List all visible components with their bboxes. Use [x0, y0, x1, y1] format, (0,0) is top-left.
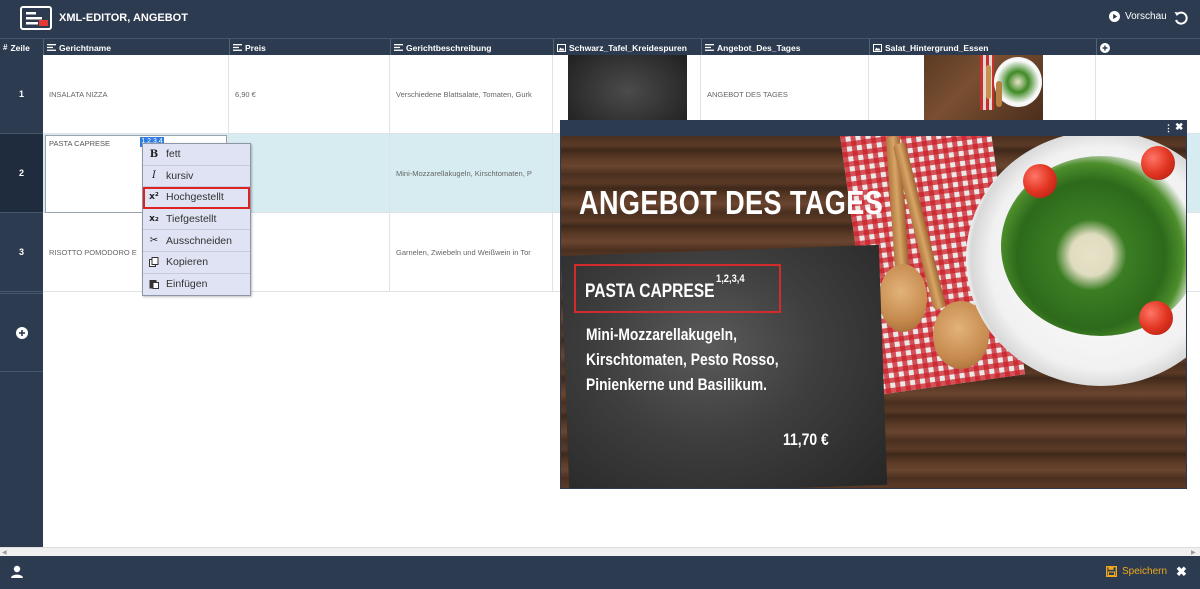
app-title: XML-EDITOR, ANGEBOT [59, 12, 188, 24]
horizontal-scrollbar[interactable]: ◀ ▶ [0, 547, 1200, 556]
preview-button[interactable]: Vorschau [1109, 11, 1167, 22]
poster-description-line: Mini-Mozzarellakugeln, [586, 326, 737, 344]
preview-panel: ⋮ ✖ ANGEBOT DES TAGES PASTA CAPRESE 1,2,… [560, 120, 1187, 489]
scroll-left-arrow-icon[interactable]: ◀ [2, 549, 7, 556]
menu-item-tiefgestellt[interactable]: x₂ Tiefgestellt [143, 208, 250, 231]
superscript-icon: x² [149, 192, 159, 203]
cell-beschreibung[interactable]: Garnelen, Zwiebeln und Weißwein in Tor [390, 213, 553, 292]
cell-gerichtname[interactable]: INSALATA NIZZA [43, 55, 229, 134]
cell-preis[interactable]: 6,90 € [229, 55, 390, 134]
hash-icon: # [3, 43, 8, 52]
xml-editor-logo-icon [20, 6, 52, 30]
save-label: Speichern [1122, 566, 1168, 577]
column-header-preis[interactable]: Preis [229, 39, 390, 56]
poster-description-line: Kirschtomaten, Pesto Rosso, [586, 351, 779, 369]
preview-close-icon[interactable]: ✖ [1175, 122, 1183, 133]
text-lines-icon [705, 44, 714, 51]
menu-item-ausschneiden[interactable]: ✂ Ausschneiden [143, 230, 250, 252]
more-options-icon[interactable]: ⋮ [1164, 123, 1173, 134]
menu-item-label: Hochgestellt [166, 191, 224, 204]
plus-circle-icon [1100, 42, 1110, 53]
salad-thumbnail [924, 55, 1043, 120]
poster-title: ANGEBOT DES TAGES [579, 184, 884, 221]
tomato-graphic [1141, 146, 1175, 180]
cell-preis[interactable]: 0 € [229, 213, 390, 292]
column-header-schwarz-tafel[interactable]: Schwarz_Tafel_Kreidespuren [553, 39, 701, 56]
cell-preis[interactable]: 0 € [229, 134, 390, 213]
row-number-3[interactable]: 3 [0, 213, 43, 292]
column-header-salat[interactable]: Salat_Hintergrund_Essen [869, 39, 1096, 56]
column-label: Gerichtbeschreibung [406, 42, 492, 53]
poster-dish-superscript: 1,2,3,4 [716, 273, 745, 285]
poster-dish-name: PASTA CAPRESE [585, 281, 715, 302]
tomato-graphic [1139, 301, 1173, 335]
column-label: Schwarz_Tafel_Kreidespuren [569, 42, 687, 53]
menu-item-kopieren[interactable]: Kopieren [143, 251, 250, 274]
cell-beschreibung[interactable]: Verschiedene Blattsalate, Tomaten, Gurk [390, 55, 553, 134]
image-icon [873, 43, 882, 52]
copy-icon [149, 257, 159, 268]
image-icon [557, 43, 566, 52]
play-circle-icon [1109, 11, 1120, 22]
menu-item-label: Tiefgestellt [166, 213, 217, 226]
user-icon[interactable] [10, 565, 24, 579]
add-column-button[interactable] [1096, 39, 1200, 56]
column-header-gerichtname[interactable]: Gerichtname [43, 39, 229, 56]
menu-item-hochgestellt[interactable]: x² Hochgestellt [143, 187, 250, 209]
text-lines-icon [233, 44, 242, 51]
column-header-zeile[interactable]: # Zeile [0, 39, 43, 56]
menu-item-einfuegen[interactable]: Einfügen [143, 273, 250, 296]
scissors-icon: ✂ [149, 235, 159, 247]
menu-item-kursiv[interactable]: I kursiv [143, 165, 250, 188]
row-number-1[interactable]: 1 [0, 55, 43, 134]
menu-item-label: Einfügen [166, 278, 208, 291]
column-label: Gerichtname [59, 42, 111, 53]
save-button[interactable]: Speichern [1106, 566, 1167, 577]
text-lines-icon [394, 44, 403, 51]
column-header-row: # Zeile Gerichtname Preis Gerichtbeschre… [0, 38, 1200, 56]
menu-item-label: Kopieren [166, 256, 209, 269]
edit-cell-text: PASTA CAPRESE [49, 139, 110, 148]
column-header-angebot[interactable]: Angebot_Des_Tages [701, 39, 869, 56]
column-label: Preis [245, 42, 266, 53]
tomato-graphic [1023, 164, 1057, 198]
text-lines-icon [47, 44, 56, 51]
add-row-button[interactable] [0, 293, 43, 372]
preview-titlebar: ⋮ ✖ [561, 121, 1186, 136]
preview-image: ANGEBOT DES TAGES PASTA CAPRESE 1,2,3,4 … [561, 136, 1186, 488]
column-label: Zeile [10, 42, 30, 53]
preview-label: Vorschau [1125, 11, 1167, 22]
bold-icon: B [149, 148, 159, 160]
italic-icon: I [152, 170, 156, 182]
undo-icon[interactable] [1173, 10, 1189, 26]
poster-description-line: Pinienkerne und Basilikum. [586, 376, 768, 394]
row-number-2[interactable]: 2 [0, 134, 43, 213]
close-editor-icon[interactable]: ✖ [1176, 564, 1187, 580]
menu-item-label: kursiv [166, 169, 194, 182]
subscript-icon: x₂ [149, 214, 159, 225]
floppy-disk-icon [1106, 566, 1117, 577]
app-header: XML-EDITOR, ANGEBOT Vorschau [0, 0, 1200, 38]
cell-beschreibung[interactable]: Mini-Mozzarellakugeln, Kirschtomaten, P [390, 134, 553, 213]
plus-circle-icon [15, 326, 28, 339]
menu-item-fett[interactable]: B fett [143, 144, 250, 166]
scroll-right-arrow-icon[interactable]: ▶ [1191, 549, 1196, 556]
context-menu: B fett I kursiv x² Hochgestellt x₂ Tiefg… [142, 143, 251, 297]
paste-icon [149, 279, 159, 290]
column-label: Angebot_Des_Tages [717, 42, 801, 53]
menu-item-label: Ausschneiden [166, 234, 232, 247]
column-header-gerichtbeschreibung[interactable]: Gerichtbeschreibung [390, 39, 553, 56]
poster-price: 11,70 € [783, 430, 829, 449]
menu-item-label: fett [166, 148, 181, 161]
spoon-bowl-graphic [879, 264, 927, 332]
app-footer: Speichern ✖ [0, 556, 1200, 589]
column-label: Salat_Hintergrund_Essen [885, 42, 989, 53]
